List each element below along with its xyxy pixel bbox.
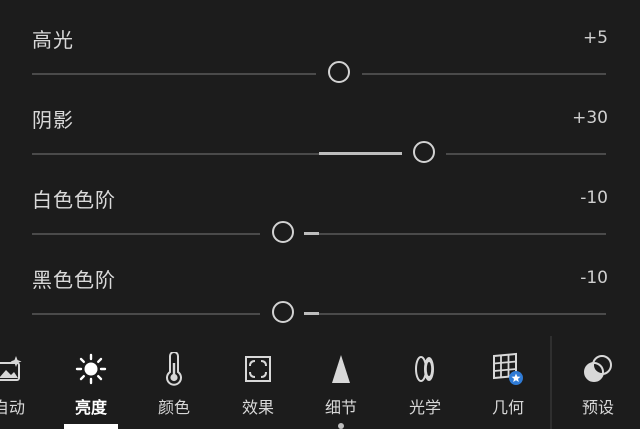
triangle-icon bbox=[306, 348, 376, 390]
tool-light[interactable]: 亮度 bbox=[56, 348, 126, 418]
tool-color-label: 颜色 bbox=[157, 398, 190, 417]
tool-effects-label: 效果 bbox=[241, 398, 274, 417]
blacks-thumb[interactable] bbox=[272, 301, 294, 323]
thermometer-icon bbox=[139, 348, 209, 390]
grid-star-icon bbox=[473, 348, 543, 390]
whites-label: 白色色阶 bbox=[32, 188, 116, 212]
tool-detail-label: 细节 bbox=[324, 398, 357, 417]
tool-geometry-label: 几何 bbox=[491, 398, 524, 417]
tool-presets-label: 预设 bbox=[581, 398, 614, 417]
tool-auto[interactable]: 自动 bbox=[0, 348, 44, 418]
whites-thumb[interactable] bbox=[272, 221, 294, 243]
tool-presets[interactable]: 预设 bbox=[563, 348, 633, 418]
sun-icon bbox=[56, 348, 126, 390]
whites-value: -10 bbox=[580, 188, 608, 208]
blacks-fill bbox=[304, 312, 319, 315]
highlights-slider-row: 高光 +5 bbox=[0, 10, 640, 90]
highlights-value: +5 bbox=[582, 28, 608, 48]
vignette-frame-icon bbox=[223, 348, 293, 390]
whites-slider-row: 白色色阶 -10 bbox=[0, 170, 640, 250]
tool-color[interactable]: 颜色 bbox=[139, 348, 209, 418]
tool-light-label: 亮度 bbox=[74, 398, 107, 417]
whites-fill bbox=[304, 232, 319, 235]
shadows-slider-row: 阴影 +30 bbox=[0, 90, 640, 170]
auto-image-icon bbox=[0, 348, 44, 390]
tool-detail[interactable]: 细节 bbox=[306, 348, 376, 418]
whites-track[interactable] bbox=[32, 233, 606, 235]
blacks-label: 黑色色阶 bbox=[32, 268, 116, 292]
tool-optics[interactable]: 光学 bbox=[390, 348, 460, 418]
shadows-label: 阴影 bbox=[32, 108, 74, 132]
scroll-nub bbox=[338, 423, 344, 429]
lens-icon bbox=[390, 348, 460, 390]
tool-effects[interactable]: 效果 bbox=[223, 348, 293, 418]
tool-optics-label: 光学 bbox=[408, 398, 441, 417]
presets-circles-icon bbox=[563, 348, 633, 390]
blacks-slider-row: 黑色色阶 -10 bbox=[0, 250, 640, 330]
highlights-label: 高光 bbox=[32, 28, 74, 52]
shadows-value: +30 bbox=[572, 108, 608, 128]
shadows-thumb[interactable] bbox=[413, 141, 435, 163]
highlights-thumb[interactable] bbox=[328, 61, 350, 83]
toolbar-divider bbox=[550, 336, 552, 429]
tool-auto-label: 自动 bbox=[0, 398, 25, 417]
tool-geometry[interactable]: 几何 bbox=[473, 348, 543, 418]
shadows-fill bbox=[319, 152, 402, 155]
light-adjustments-panel: 高光 +5 阴影 +30 白色色阶 -10 黑色色阶 -10 bbox=[0, 0, 640, 336]
blacks-value: -10 bbox=[580, 268, 608, 288]
active-tab-indicator bbox=[64, 424, 118, 429]
blacks-track[interactable] bbox=[32, 313, 606, 315]
